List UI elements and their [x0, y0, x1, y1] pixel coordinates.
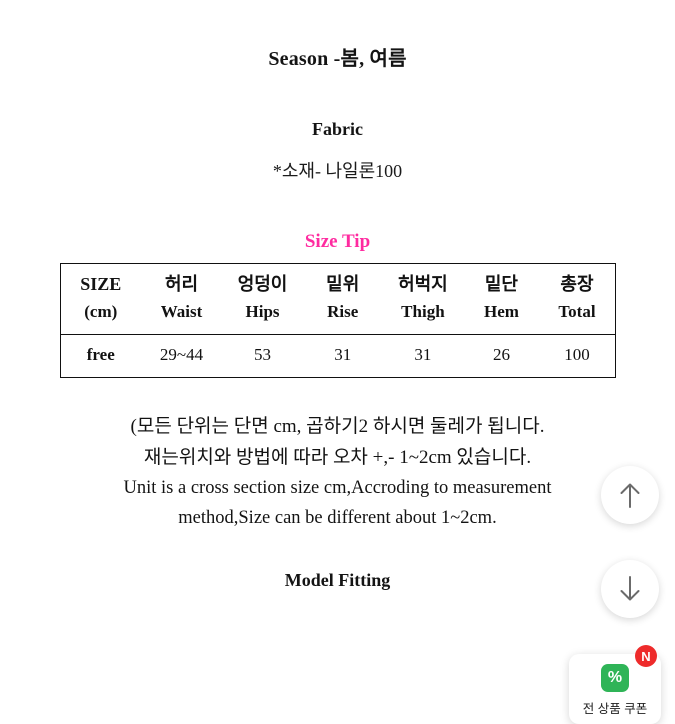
- header-ko-size: SIZE: [80, 274, 122, 294]
- header-en-rise: Rise: [327, 301, 359, 321]
- header-en-total: Total: [558, 301, 596, 321]
- table-header-cell-hips: 엉덩이 Hips: [222, 262, 304, 336]
- table-header-row: SIZE (cm) 허리 Waist 엉덩이 Hips 밑위 Rise 허벅지 …: [59, 262, 616, 336]
- header-ko-waist: 허리: [164, 274, 199, 294]
- cell-total: 100: [539, 334, 616, 379]
- fabric-heading: Fabric: [312, 119, 363, 139]
- header-en-waist: Waist: [160, 301, 203, 321]
- table-header-cell-waist: 허리 Waist: [141, 262, 223, 336]
- header-ko-rise: 밑위: [326, 274, 360, 294]
- percent-icon: %: [601, 664, 629, 692]
- header-ko-total: 총장: [560, 274, 594, 294]
- note-line-3: Unit is a cross section size cm,Accrodin…: [123, 477, 552, 498]
- coupon-floating-card[interactable]: N % 전 상품 쿠폰: [569, 645, 661, 724]
- season-heading: Season -봄, 여름: [268, 48, 407, 70]
- size-table: SIZE (cm) 허리 Waist 엉덩이 Hips 밑위 Rise 허벅지 …: [59, 262, 616, 379]
- cell-hips: 53: [222, 334, 304, 379]
- model-fitting-heading: Model Fitting: [284, 569, 391, 590]
- coupon-label: 전 상품 쿠폰: [582, 702, 648, 716]
- fabric-value: *소재- 나일론100: [272, 161, 403, 181]
- arrow-down-icon: [617, 574, 643, 604]
- header-ko-hips: 엉덩이: [237, 274, 288, 294]
- cell-waist: 29~44: [141, 334, 223, 379]
- table-header-cell-thigh: 허벅지 Thigh: [382, 262, 464, 336]
- scroll-to-bottom-button[interactable]: [601, 560, 659, 618]
- size-table-wrapper: SIZE (cm) 허리 Waist 엉덩이 Hips 밑위 Rise 허벅지 …: [0, 262, 675, 379]
- arrow-up-icon: [617, 480, 643, 510]
- note-line-4: method,Size can be different about 1~2cm…: [178, 507, 497, 528]
- table-row: free 29~44 53 31 31 26 100: [59, 334, 616, 379]
- table-header-cell-total: 총장 Total: [539, 262, 616, 336]
- document-page: Season -봄, 여름 Fabric *소재- 나일론100 Size Ti…: [0, 42, 675, 724]
- header-ko-hem: 밑단: [484, 274, 518, 294]
- measurement-notes: (모든 단위는 단면 cm, 곱하기2 하시면 둘레가 됩니다. 재는위치와 방…: [0, 412, 675, 533]
- header-ko-thigh: 허벅지: [398, 274, 448, 294]
- header-en-thigh: Thigh: [401, 301, 445, 321]
- cell-rise: 31: [303, 334, 383, 379]
- header-en-hem: Hem: [483, 301, 519, 321]
- table-header-cell-rise: 밑위 Rise: [303, 262, 383, 336]
- scroll-to-top-button[interactable]: [601, 466, 659, 524]
- table-header-cell-size: SIZE (cm): [59, 262, 142, 336]
- header-en-size: (cm): [84, 301, 118, 321]
- table-header-cell-hem: 밑단 Hem: [463, 262, 540, 336]
- notification-badge: N: [635, 645, 657, 667]
- cell-thigh: 31: [382, 334, 464, 379]
- cell-hem: 26: [463, 334, 540, 379]
- cell-size: free: [59, 334, 142, 379]
- note-line-2: 재는위치와 방법에 따라 오차 +,- 1~2cm 있습니다.: [143, 447, 532, 468]
- size-tip-heading: Size Tip: [304, 231, 371, 252]
- header-en-hips: Hips: [245, 301, 280, 321]
- note-line-1: (모든 단위는 단면 cm, 곱하기2 하시면 둘레가 됩니다.: [130, 416, 545, 438]
